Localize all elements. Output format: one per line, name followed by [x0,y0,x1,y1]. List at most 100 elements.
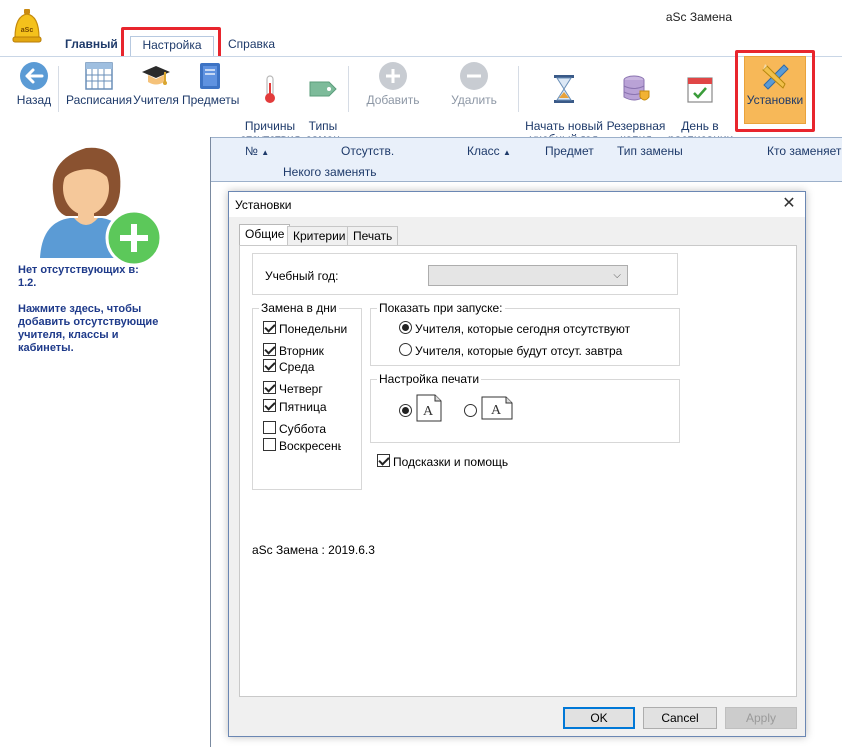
column-header-sub-type[interactable]: Тип замены [617,144,683,158]
add-button[interactable]: Добавить [362,60,424,107]
add-button-label: Добавить [366,93,420,107]
hints-checkbox[interactable] [377,454,390,467]
svg-text:aSc: aSc [21,27,34,34]
add-absent-person-icon[interactable] [36,140,166,265]
timetables-button[interactable]: Расписания [66,60,132,107]
toolbar-separator [518,66,519,112]
substitution-days-title: Замена в дни [259,301,339,315]
version-label: aSc Замена : 2019.6.3 [252,543,375,557]
startup-radio-absent-tomorrow[interactable] [399,343,412,356]
chevron-down-icon: ⌵ [613,270,621,281]
hints-label: Подсказки и помощь [393,455,509,469]
dialog-title: Установки [235,198,292,212]
menu-tab-help[interactable]: Справка [218,36,285,56]
database-shield-icon [623,75,650,101]
day-label-monday: Понедельни [279,322,348,336]
subjects-button[interactable]: Предметы [182,60,240,107]
ok-button[interactable]: OK [563,707,635,729]
day-label-saturday: Суббота [279,422,326,436]
teachers-button-label: Учителя [133,93,179,107]
pencil-ruler-icon [762,64,789,90]
startup-radio-absent-today[interactable] [399,321,412,334]
cancel-button[interactable]: Cancel [643,707,717,729]
day-checkbox-tuesday[interactable] [263,343,276,356]
grid-subheader-nothing-to-substitute: Некого заменять [283,165,377,179]
add-absent-hint-line[interactable]: учителя, классы и [18,329,118,342]
timetables-button-label: Расписания [66,93,132,107]
day-checkbox-monday[interactable] [263,321,276,334]
substitution-types-button[interactable]: Типы замен [302,60,344,146]
column-header-subject[interactable]: Предмет [545,144,594,158]
day-checkbox-friday[interactable] [263,399,276,412]
column-header-number[interactable]: № ▲ [245,144,269,158]
delete-button-label: Удалить [451,93,497,107]
absence-reasons-button[interactable]: Причины отсутствия [240,60,300,146]
graduation-cap-icon [142,66,170,85]
column-header-substitute[interactable]: Кто заменяет [767,144,841,158]
grid-header: № ▲ Отсутств. Класс ▲ Предмет Тип замены… [211,137,842,182]
day-label-wednesday: Среда [279,360,315,374]
subjects-button-label: Предметы [182,93,240,107]
tab-general[interactable]: Общие [239,224,291,246]
school-year-select[interactable]: ⌵ [428,265,628,286]
tab-criteria[interactable]: Критерии [287,226,352,246]
minus-circle-icon [460,62,488,90]
portrait-page-icon: A [416,394,442,422]
hourglass-icon [554,75,574,103]
back-arrow-icon [20,62,48,90]
tab-print[interactable]: Печать [347,226,399,246]
teachers-button[interactable]: Учителя [132,60,180,107]
tab-page-general: Учебный год: ⌵ Замена в дни Понедельни В… [239,245,797,697]
new-school-year-button[interactable]: Начать новый учебный год [524,60,604,146]
settings-dialog: Установки ✕ Общие Критерии Печать Учебны… [228,191,806,737]
window-title: aSc Замена [665,10,732,24]
print-settings-title: Настройка печати [377,372,482,386]
menu-tab-settings[interactable]: Настройка [130,36,214,56]
delete-button[interactable]: Удалить [446,60,502,107]
sort-asc-icon: ▲ [261,148,270,157]
add-absent-hint-line[interactable]: Нажмите здесь, чтобы [18,303,141,316]
backup-button[interactable]: Резервная копия [606,60,666,146]
day-checkbox-wednesday[interactable] [263,359,276,372]
close-icon[interactable]: ✕ [779,195,799,213]
settings-button-label: Установки [746,93,804,107]
day-checkbox-saturday[interactable] [263,421,276,434]
print-radio-portrait[interactable] [399,404,412,417]
day-checkbox-thursday[interactable] [263,381,276,394]
day-checkbox-sunday[interactable] [263,438,276,451]
back-button-label: Назад [16,93,52,107]
startup-label-absent-today: Учителя, которые сегодня отсутствуют [415,322,631,336]
day-label-friday: Пятница [279,400,327,414]
toolbar-separator [348,66,349,112]
thermometer-icon [265,75,275,103]
day-label-tuesday: Вторник [279,344,324,358]
svg-text:A: A [423,404,434,419]
plus-circle-icon [379,62,407,90]
menu-tab-main[interactable]: Главный [55,36,128,56]
toolbar-separator [58,66,59,112]
day-label-sunday: Воскресенье [279,439,341,453]
back-button[interactable]: Назад [14,60,54,107]
add-absent-hint-line[interactable]: кабинеты. [18,342,74,355]
column-header-absent[interactable]: Отсутств. [341,144,394,158]
app-logo-bell-icon[interactable]: aSc [10,8,44,46]
apply-button[interactable]: Apply [725,707,797,729]
calendar-icon [85,62,113,90]
add-absent-hint-line[interactable]: добавить отсутствующие [18,316,158,329]
day-in-schedule-button[interactable]: День в расписании [668,60,733,146]
calendar-check-icon [687,77,713,103]
print-radio-landscape[interactable] [464,404,477,417]
settings-button[interactable]: Установки [744,60,806,107]
book-icon [200,63,220,89]
startup-title: Показать при запуске: [377,301,505,315]
tag-icon [309,81,337,97]
landscape-page-icon: A [481,396,513,420]
startup-label-absent-tomorrow: Учителя, которые будут отсут. завтра [415,344,623,358]
school-year-label: Учебный год: [265,269,339,283]
dialog-title-bar[interactable]: Установки ✕ [229,192,805,217]
day-label-thursday: Четверг [279,382,323,396]
svg-text:A: A [491,403,502,418]
sort-asc-icon: ▲ [503,148,511,157]
column-header-class[interactable]: Класс ▲ [467,144,511,158]
no-absent-label: Нет отсутствующих в: [18,264,139,276]
